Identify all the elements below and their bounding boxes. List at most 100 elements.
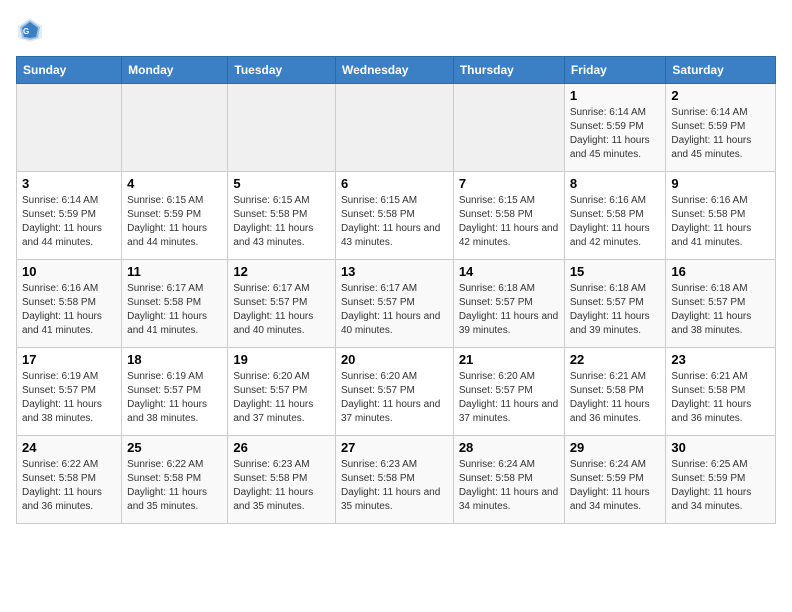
header: G bbox=[16, 16, 776, 44]
day-number: 22 bbox=[570, 352, 661, 367]
day-number: 23 bbox=[671, 352, 770, 367]
day-info: Sunrise: 6:20 AM Sunset: 5:57 PM Dayligh… bbox=[459, 370, 559, 426]
calendar-cell: 13 Sunrise: 6:17 AM Sunset: 5:57 PM Dayli… bbox=[335, 260, 453, 348]
day-info: Sunrise: 6:18 AM Sunset: 5:57 PM Dayligh… bbox=[671, 282, 770, 338]
calendar-week: 3 Sunrise: 6:14 AM Sunset: 5:59 PM Daylig… bbox=[17, 172, 776, 260]
calendar-header: SundayMondayTuesdayWednesdayThursdayFrid… bbox=[17, 57, 776, 84]
calendar-week: 1 Sunrise: 6:14 AM Sunset: 5:59 PM Daylig… bbox=[17, 84, 776, 172]
day-info: Sunrise: 6:21 AM Sunset: 5:58 PM Dayligh… bbox=[570, 370, 661, 426]
day-number: 16 bbox=[671, 264, 770, 279]
weekday-header: Friday bbox=[564, 57, 666, 84]
day-info: Sunrise: 6:14 AM Sunset: 5:59 PM Dayligh… bbox=[22, 194, 116, 250]
day-number: 4 bbox=[127, 176, 222, 191]
calendar-cell bbox=[228, 84, 336, 172]
weekday-header: Saturday bbox=[666, 57, 776, 84]
day-info: Sunrise: 6:17 AM Sunset: 5:58 PM Dayligh… bbox=[127, 282, 222, 338]
calendar-week: 10Sunrise: 6:16 AM Sunset: 5:58 PM Dayli… bbox=[17, 260, 776, 348]
day-info: Sunrise: 6:14 AM Sunset: 5:59 PM Dayligh… bbox=[570, 106, 661, 162]
calendar-cell: 18 Sunrise: 6:19 AM Sunset: 5:57 PM Dayli… bbox=[122, 348, 228, 436]
day-number: 13 bbox=[341, 264, 448, 279]
day-number: 1 bbox=[570, 88, 661, 103]
day-info: Sunrise: 6:22 AM Sunset: 5:58 PM Dayligh… bbox=[22, 458, 116, 514]
day-info: Sunrise: 6:20 AM Sunset: 5:57 PM Dayligh… bbox=[233, 370, 330, 426]
day-number: 20 bbox=[341, 352, 448, 367]
svg-text:G: G bbox=[23, 27, 29, 36]
day-info: Sunrise: 6:22 AM Sunset: 5:58 PM Dayligh… bbox=[127, 458, 222, 514]
calendar-cell bbox=[453, 84, 564, 172]
calendar-cell bbox=[17, 84, 122, 172]
calendar-cell: 15Sunrise: 6:18 AM Sunset: 5:57 PM Dayli… bbox=[564, 260, 666, 348]
calendar-cell: 8Sunrise: 6:16 AM Sunset: 5:58 PM Daylig… bbox=[564, 172, 666, 260]
day-number: 6 bbox=[341, 176, 448, 191]
day-info: Sunrise: 6:16 AM Sunset: 5:58 PM Dayligh… bbox=[22, 282, 116, 338]
calendar-cell bbox=[122, 84, 228, 172]
calendar-cell: 12 Sunrise: 6:17 AM Sunset: 5:57 PM Dayli… bbox=[228, 260, 336, 348]
day-number: 25 bbox=[127, 440, 222, 455]
day-info: Sunrise: 6:18 AM Sunset: 5:57 PM Dayligh… bbox=[570, 282, 661, 338]
day-info: Sunrise: 6:15 AM Sunset: 5:58 PM Dayligh… bbox=[341, 194, 448, 250]
weekday-header: Sunday bbox=[17, 57, 122, 84]
day-info: Sunrise: 6:23 AM Sunset: 5:58 PM Dayligh… bbox=[341, 458, 448, 514]
day-info: Sunrise: 6:17 AM Sunset: 5:57 PM Dayligh… bbox=[233, 282, 330, 338]
day-info: Sunrise: 6:17 AM Sunset: 5:57 PM Dayligh… bbox=[341, 282, 448, 338]
day-number: 26 bbox=[233, 440, 330, 455]
day-info: Sunrise: 6:24 AM Sunset: 5:59 PM Dayligh… bbox=[570, 458, 661, 514]
day-info: Sunrise: 6:15 AM Sunset: 5:59 PM Dayligh… bbox=[127, 194, 222, 250]
calendar-cell: 26 Sunrise: 6:23 AM Sunset: 5:58 PM Dayli… bbox=[228, 436, 336, 524]
day-number: 2 bbox=[671, 88, 770, 103]
day-number: 29 bbox=[570, 440, 661, 455]
calendar-cell bbox=[335, 84, 453, 172]
day-number: 3 bbox=[22, 176, 116, 191]
day-number: 17 bbox=[22, 352, 116, 367]
day-info: Sunrise: 6:19 AM Sunset: 5:57 PM Dayligh… bbox=[127, 370, 222, 426]
calendar-cell: 5 Sunrise: 6:15 AM Sunset: 5:58 PM Daylig… bbox=[228, 172, 336, 260]
day-number: 18 bbox=[127, 352, 222, 367]
calendar-cell: 28 Sunrise: 6:24 AM Sunset: 5:58 PM Dayli… bbox=[453, 436, 564, 524]
calendar-week: 17 Sunrise: 6:19 AM Sunset: 5:57 PM Dayli… bbox=[17, 348, 776, 436]
calendar-cell: 11 Sunrise: 6:17 AM Sunset: 5:58 PM Dayli… bbox=[122, 260, 228, 348]
logo: G bbox=[16, 16, 48, 44]
day-number: 27 bbox=[341, 440, 448, 455]
day-number: 8 bbox=[570, 176, 661, 191]
calendar-cell: 2 Sunrise: 6:14 AM Sunset: 5:59 PM Daylig… bbox=[666, 84, 776, 172]
day-info: Sunrise: 6:24 AM Sunset: 5:58 PM Dayligh… bbox=[459, 458, 559, 514]
calendar-cell: 16 Sunrise: 6:18 AM Sunset: 5:57 PM Dayli… bbox=[666, 260, 776, 348]
day-info: Sunrise: 6:15 AM Sunset: 5:58 PM Dayligh… bbox=[459, 194, 559, 250]
calendar-cell: 14Sunrise: 6:18 AM Sunset: 5:57 PM Dayli… bbox=[453, 260, 564, 348]
day-number: 21 bbox=[459, 352, 559, 367]
day-number: 12 bbox=[233, 264, 330, 279]
calendar-cell: 9Sunrise: 6:16 AM Sunset: 5:58 PM Daylig… bbox=[666, 172, 776, 260]
day-number: 24 bbox=[22, 440, 116, 455]
calendar-cell: 23 Sunrise: 6:21 AM Sunset: 5:58 PM Dayli… bbox=[666, 348, 776, 436]
day-number: 30 bbox=[671, 440, 770, 455]
calendar-cell: 22 Sunrise: 6:21 AM Sunset: 5:58 PM Dayli… bbox=[564, 348, 666, 436]
calendar-cell: 25 Sunrise: 6:22 AM Sunset: 5:58 PM Dayli… bbox=[122, 436, 228, 524]
calendar-cell: 1 Sunrise: 6:14 AM Sunset: 5:59 PM Daylig… bbox=[564, 84, 666, 172]
day-info: Sunrise: 6:25 AM Sunset: 5:59 PM Dayligh… bbox=[671, 458, 770, 514]
day-number: 11 bbox=[127, 264, 222, 279]
calendar-body: 1 Sunrise: 6:14 AM Sunset: 5:59 PM Daylig… bbox=[17, 84, 776, 524]
day-info: Sunrise: 6:23 AM Sunset: 5:58 PM Dayligh… bbox=[233, 458, 330, 514]
calendar-cell: 21 Sunrise: 6:20 AM Sunset: 5:57 PM Dayli… bbox=[453, 348, 564, 436]
calendar-cell: 7 Sunrise: 6:15 AM Sunset: 5:58 PM Daylig… bbox=[453, 172, 564, 260]
calendar-week: 24 Sunrise: 6:22 AM Sunset: 5:58 PM Dayli… bbox=[17, 436, 776, 524]
calendar-cell: 24 Sunrise: 6:22 AM Sunset: 5:58 PM Dayli… bbox=[17, 436, 122, 524]
weekday-header: Tuesday bbox=[228, 57, 336, 84]
day-number: 9 bbox=[671, 176, 770, 191]
calendar-cell: 10Sunrise: 6:16 AM Sunset: 5:58 PM Dayli… bbox=[17, 260, 122, 348]
calendar-cell: 30 Sunrise: 6:25 AM Sunset: 5:59 PM Dayli… bbox=[666, 436, 776, 524]
day-number: 7 bbox=[459, 176, 559, 191]
day-number: 14 bbox=[459, 264, 559, 279]
day-number: 28 bbox=[459, 440, 559, 455]
day-info: Sunrise: 6:15 AM Sunset: 5:58 PM Dayligh… bbox=[233, 194, 330, 250]
day-number: 19 bbox=[233, 352, 330, 367]
logo-icon: G bbox=[16, 16, 44, 44]
calendar-table: SundayMondayTuesdayWednesdayThursdayFrid… bbox=[16, 56, 776, 524]
calendar-cell: 27 Sunrise: 6:23 AM Sunset: 5:58 PM Dayli… bbox=[335, 436, 453, 524]
day-number: 5 bbox=[233, 176, 330, 191]
weekday-header: Wednesday bbox=[335, 57, 453, 84]
day-info: Sunrise: 6:14 AM Sunset: 5:59 PM Dayligh… bbox=[671, 106, 770, 162]
day-info: Sunrise: 6:21 AM Sunset: 5:58 PM Dayligh… bbox=[671, 370, 770, 426]
calendar-cell: 17Sunrise: 6:19 AM Sunset: 5:57 PM Dayli… bbox=[17, 348, 122, 436]
calendar-cell: 6 Sunrise: 6:15 AM Sunset: 5:58 PM Daylig… bbox=[335, 172, 453, 260]
